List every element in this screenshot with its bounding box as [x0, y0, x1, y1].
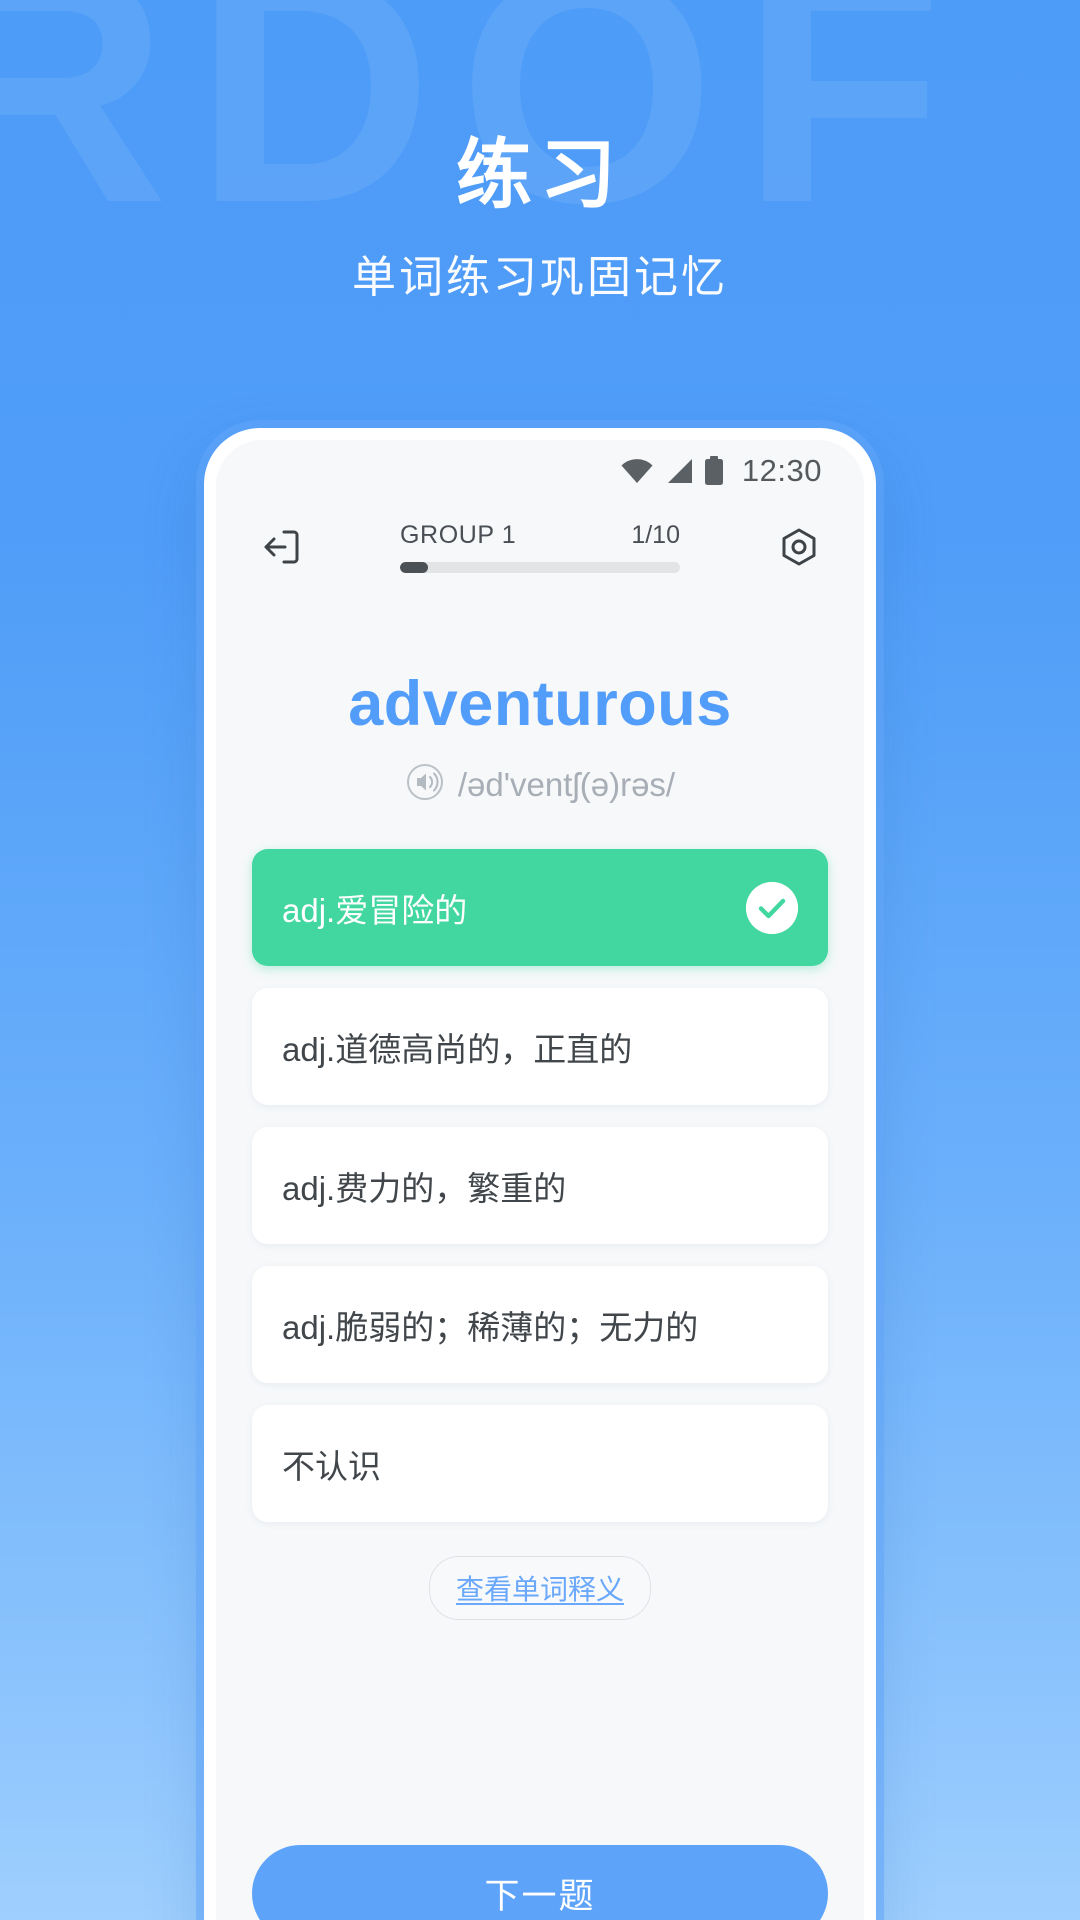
status-bar: 12:30 [216, 440, 864, 502]
check-circle-icon [746, 881, 798, 934]
phone-screen: 12:30 GROUP 1 1/10 adventurous /əd'ventʃ… [216, 440, 864, 1920]
wifi-icon [620, 458, 654, 484]
group-label: GROUP 1 [400, 521, 517, 549]
answer-option-label: adj.脆弱的；稀薄的；无力的 [282, 1308, 699, 1346]
progress-labels: GROUP 1 1/10 [400, 521, 680, 550]
answer-option-label: 不认识 [282, 1447, 381, 1485]
promo-subtitle: 单词练习巩固记忆 [352, 253, 728, 303]
phone-mockup-frame: 12:30 GROUP 1 1/10 adventurous /əd'ventʃ… [204, 428, 876, 1920]
view-definition-label: 查看单词释义 [455, 1574, 624, 1605]
answer-option[interactable]: adj.道德高尚的，正直的 [252, 988, 828, 1105]
bottom-action-area: 下一题 [216, 1845, 864, 1920]
promo-page: RDOF 练习 单词练习巩固记忆 12:30 GROUP 1 1/10 adve… [0, 0, 1080, 1920]
definition-link-row: 查看单词释义 [216, 1522, 864, 1620]
battery-full-icon [704, 456, 724, 486]
phonetic-row: /əd'ventʃ(ə)rəs/ [216, 762, 864, 807]
word-card: adventurous /əd'ventʃ(ə)rəs/ [216, 598, 864, 825]
progress-bar-track [400, 562, 680, 573]
exit-icon[interactable] [250, 516, 312, 578]
answer-option-label: adj.费力的，繁重的 [282, 1169, 567, 1207]
phonetic-transcription: /əd'ventʃ(ə)rəs/ [457, 765, 676, 803]
progress-section: GROUP 1 1/10 [312, 521, 768, 573]
answer-options-list: adj.爱冒险的 adj.道德高尚的，正直的 adj.费力的，繁重的 adj.脆… [216, 825, 864, 1522]
speaker-sound-icon[interactable] [405, 762, 445, 807]
view-definition-button[interactable]: 查看单词释义 [428, 1556, 651, 1620]
status-bar-clock: 12:30 [741, 453, 822, 488]
answer-option-label: adj.道德高尚的，正直的 [282, 1030, 633, 1068]
answer-option-unknown[interactable]: 不认识 [252, 1405, 828, 1522]
app-nav-bar: GROUP 1 1/10 [216, 502, 864, 598]
next-question-button[interactable]: 下一题 [252, 1845, 828, 1920]
target-word: adventurous [348, 669, 732, 739]
answer-option[interactable]: adj.脆弱的；稀薄的；无力的 [252, 1266, 828, 1383]
answer-option[interactable]: adj.费力的，繁重的 [252, 1127, 828, 1244]
cellular-signal-icon [665, 458, 693, 484]
answer-option-label: adj.爱冒险的 [282, 891, 468, 929]
progress-bar-fill [400, 562, 428, 573]
hex-nut-settings-icon[interactable] [768, 516, 830, 578]
promo-title: 练习 [456, 133, 624, 218]
promo-header: 练习 单词练习巩固记忆 [0, 0, 1080, 305]
question-count-label: 1/10 [631, 521, 680, 549]
answer-option-correct[interactable]: adj.爱冒险的 [252, 849, 828, 966]
